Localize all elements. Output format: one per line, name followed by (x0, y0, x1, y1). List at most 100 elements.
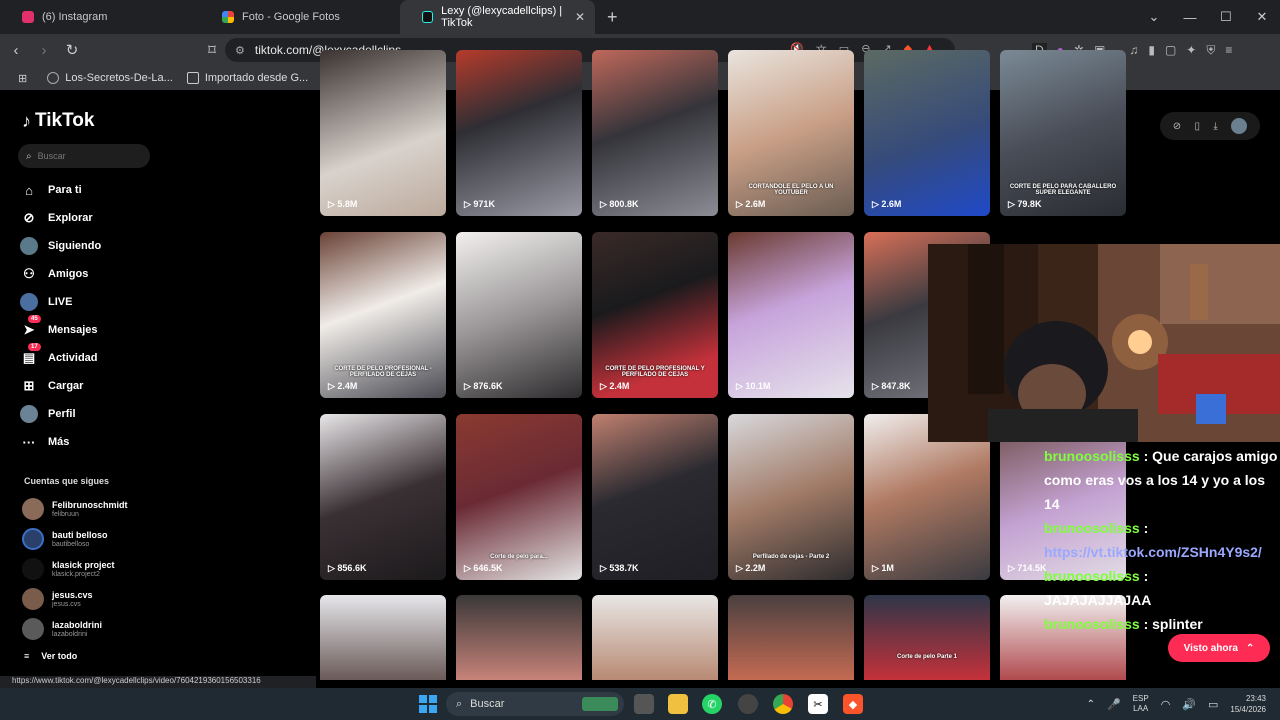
activity-icon: ▤ 17 (20, 343, 41, 367)
battery-icon[interactable]: ▭ (1208, 698, 1218, 711)
chrome-icon[interactable] (773, 694, 793, 714)
obs-icon[interactable] (738, 694, 758, 714)
menu-icon[interactable]: ≡ (1225, 43, 1232, 58)
forward-button[interactable]: › (32, 42, 56, 59)
video-thumbnail[interactable]: ▷ 876.6K (456, 232, 582, 398)
nav-live[interactable]: LIVE (20, 292, 72, 312)
bookmark-folder[interactable]: Importado desde G... (186, 72, 308, 84)
tab-tiktok[interactable]: Lexy (@lexycadellclips) | TikTok ✕ (400, 0, 595, 34)
visto-ahora-button[interactable]: Visto ahora ⌃ (1168, 634, 1270, 662)
video-thumbnail[interactable] (728, 595, 854, 680)
video-thumbnail[interactable]: ▷ 2.6M (864, 50, 990, 216)
phone-icon[interactable]: ▯ (1195, 121, 1201, 132)
nav-cargar[interactable]: ⊞ Cargar (20, 376, 84, 396)
wallet-icon[interactable]: ▢ (1165, 43, 1176, 58)
video-thumbnail[interactable]: CORTE DE PELO PARA CABALLERO SUPER ELEGA… (1000, 50, 1126, 216)
following-avatar-icon (20, 237, 38, 255)
video-thumbnail[interactable]: ▷ 538.7K (592, 414, 718, 580)
avatar (22, 618, 44, 640)
video-thumbnail[interactable]: CORTANDOLE EL PELO A UN YOUTUBER ▷ 2.6M (728, 50, 854, 216)
nav-label: Explorar (48, 212, 93, 224)
windows-start-icon[interactable] (418, 694, 438, 714)
chat-separator: : (1139, 616, 1153, 632)
following-account[interactable]: Felibrunoschmidt felibruun (22, 498, 128, 520)
chevron-up-icon[interactable]: ⌃ (1087, 699, 1095, 710)
chat-separator: : (1139, 568, 1149, 584)
chat-username: brunoosolisss (1044, 448, 1140, 464)
following-account[interactable]: klasick project klasick.project2 (22, 558, 115, 580)
tab-label: Lexy (@lexycadellclips) | TikTok (441, 5, 563, 29)
brave-icon[interactable]: ◆ (843, 694, 863, 714)
nav-explorar[interactable]: ⊘ Explorar (20, 208, 93, 228)
chevron-up-icon: ⌃ (1245, 642, 1255, 654)
tab-google-photos[interactable]: Foto - Google Fotos (200, 0, 400, 34)
list-icon: ≡ (24, 651, 30, 661)
tab-instagram[interactable]: (6) Instagram (0, 0, 200, 34)
apps-grid-icon[interactable]: ⊞ (18, 72, 27, 85)
maximize-button[interactable]: ☐ (1208, 9, 1244, 25)
language-indicator[interactable]: ESP LAA (1133, 694, 1149, 714)
bookmark-item[interactable]: Los-Secretos-De-La... (47, 72, 173, 84)
nav-label: Actividad (48, 352, 98, 364)
video-thumbnail[interactable]: ▷ 971K (456, 50, 582, 216)
close-tab-icon[interactable]: ✕ (575, 10, 585, 24)
avatar[interactable] (1231, 118, 1248, 134)
compass-icon[interactable]: ⊘ (1173, 121, 1181, 132)
sidebar-icon[interactable]: ▮ (1148, 43, 1155, 58)
minimize-button[interactable]: — (1172, 10, 1208, 25)
nav-para-ti[interactable]: ⌂ Para ti (20, 180, 82, 200)
search-input[interactable]: ⌕ Buscar (18, 144, 150, 168)
following-account[interactable]: lazaboldrini lazaboldrini (22, 618, 102, 640)
taskbar-search[interactable]: ⌕ Buscar (446, 692, 624, 716)
volume-icon[interactable]: 🔊 (1182, 698, 1196, 711)
windows-taskbar: ⌕ Buscar ✆ ✂ ◆ ⌃ 🎤 ESP LAA ◠ 🔊 ▭ 23:43 1… (0, 688, 1280, 720)
following-account[interactable]: jesus.cvs jesus.cvs (22, 588, 93, 610)
capcut-icon[interactable]: ✂ (808, 694, 828, 714)
video-thumbnail[interactable]: CORTE DE PELO PROFESIONAL - PERFILADO DE… (320, 232, 446, 398)
avatar (22, 588, 44, 610)
video-thumbnail[interactable] (592, 595, 718, 680)
home-icon: ⌂ (25, 182, 33, 198)
wifi-icon[interactable]: ◠ (1161, 698, 1171, 711)
nav-siguiendo[interactable]: Siguiendo (20, 236, 101, 256)
close-window-button[interactable]: ✕ (1244, 9, 1280, 25)
video-thumbnail[interactable]: ▷ 856.6K (320, 414, 446, 580)
tab-search-icon[interactable]: ⌄ (1136, 9, 1172, 25)
globe-icon (47, 72, 60, 84)
reload-button[interactable]: ↻ (60, 41, 84, 59)
messages-badge: 45 (28, 315, 41, 323)
following-account[interactable]: bauti belloso bautibelloso (22, 528, 108, 550)
tiktok-sidebar: ♪ TikTok ⌕ Buscar ⌂ Para ti ⊘ Explorar S… (8, 94, 308, 680)
vpn-icon[interactable]: ⛨ (1206, 43, 1215, 58)
site-settings-icon[interactable]: ⚙ (235, 44, 245, 57)
whatsapp-icon[interactable]: ✆ (702, 694, 722, 714)
clock[interactable]: 23:43 15/4/2026 (1230, 693, 1266, 715)
video-thumbnail[interactable]: Perfilado de cejas - Parte 2 ▷ 2.2M (728, 414, 854, 580)
see-all-button[interactable]: ≡ Ver todo (24, 651, 77, 661)
video-thumbnail[interactable]: ▷ 5.8M (320, 50, 446, 216)
status-bar-url: https://www.tiktok.com/@lexycadellclips/… (0, 676, 316, 688)
video-thumbnail[interactable]: ▷ 10.1M (728, 232, 854, 398)
back-button[interactable]: ‹ (4, 42, 28, 59)
task-view-icon[interactable] (634, 694, 654, 714)
nav-actividad[interactable]: ▤ 17 Actividad (20, 343, 98, 368)
leo-ai-icon[interactable]: ✦ (1186, 43, 1196, 58)
media-icon[interactable]: ♫ (1129, 43, 1138, 58)
video-thumbnail[interactable]: ▷ 800.8K (592, 50, 718, 216)
chat-link[interactable]: https://vt.tiktok.com/ZSHn4Y9s2/ (1044, 544, 1262, 560)
download-icon[interactable]: ⤓ (1213, 121, 1217, 132)
video-thumbnail[interactable]: Corte de pelo Parte 1 (864, 595, 990, 680)
video-thumbnail[interactable] (320, 595, 446, 680)
nav-mas[interactable]: ··· Más (20, 432, 70, 452)
file-explorer-icon[interactable] (668, 694, 688, 714)
new-tab-button[interactable]: + (607, 7, 618, 28)
video-thumbnail[interactable]: CORTE DE PELO PROFESIONAL Y PERFILADO DE… (592, 232, 718, 398)
nav-perfil[interactable]: Perfil (20, 404, 76, 424)
microphone-icon[interactable]: 🎤 (1107, 698, 1121, 711)
video-thumbnail[interactable]: Corte de pelo para... ▷ 646.5K (456, 414, 582, 580)
video-thumbnail[interactable] (456, 595, 582, 680)
tiktok-logo[interactable]: ♪ TikTok (22, 110, 94, 132)
bookmark-icon[interactable]: ⌑ (200, 41, 224, 59)
nav-mensajes[interactable]: ➤ 45 Mensajes (20, 315, 98, 340)
nav-amigos[interactable]: ⚇ Amigos (20, 264, 88, 284)
